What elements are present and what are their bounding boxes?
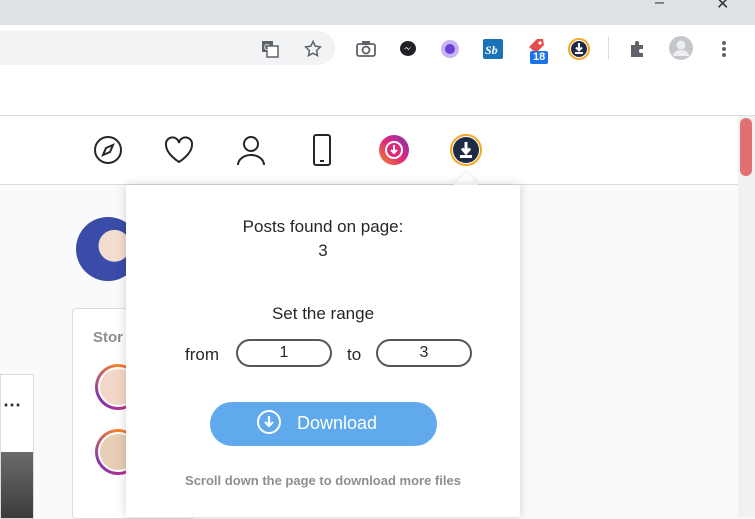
address-bar[interactable] — [0, 31, 335, 65]
profile-user-icon[interactable] — [235, 134, 267, 166]
svg-text:Sb: Sb — [485, 43, 498, 57]
activity-heart-icon[interactable] — [163, 134, 195, 166]
from-label: from — [185, 345, 219, 364]
bookmark-star-icon[interactable] — [301, 37, 325, 61]
scroll-hint: Scroll down the page to download more fi… — [185, 473, 461, 488]
extensions-puzzle-icon[interactable] — [625, 37, 649, 61]
instagram-downloader-icon[interactable] — [378, 134, 410, 166]
posts-found-count: 3 — [318, 241, 328, 260]
page-scrollbar[interactable] — [738, 116, 755, 517]
downloader-popup: Posts found on page: 3 Set the range fro… — [126, 185, 520, 517]
explore-compass-icon[interactable] — [92, 134, 124, 166]
download-button[interactable]: Download — [210, 402, 437, 446]
to-label: to — [347, 345, 362, 364]
range-from-input[interactable] — [236, 339, 332, 367]
browser-toolbar: G Sb 18 — [0, 25, 755, 72]
download-arrow-icon — [257, 410, 281, 434]
svg-text:G: G — [264, 43, 270, 52]
bookmarks-bar — [0, 72, 755, 116]
downloader-extension-icon[interactable] — [567, 37, 591, 61]
stories-title: Stor — [93, 329, 123, 346]
camera-icon[interactable] — [354, 37, 378, 61]
feed-post-card: ⋯ — [0, 374, 34, 519]
download-extension-icon[interactable] — [450, 134, 482, 166]
extension-badge: 18 — [530, 51, 549, 64]
purple-extension-icon[interactable] — [438, 37, 462, 61]
profile-avatar-icon[interactable] — [668, 35, 694, 61]
range-to-input[interactable] — [376, 339, 472, 367]
post-image[interactable] — [1, 452, 33, 518]
translate-icon[interactable]: G — [258, 37, 282, 61]
instagram-nav-bar — [0, 116, 738, 185]
browser-menu-icon[interactable] — [712, 37, 736, 61]
post-options-icon[interactable]: ⋯ — [3, 395, 22, 416]
sb-extension-icon[interactable]: Sb — [481, 37, 505, 61]
close-window-button[interactable]: ✕ — [716, 0, 729, 14]
range-title: Set the range — [271, 304, 375, 323]
mobile-phone-icon[interactable] — [306, 134, 338, 166]
minimize-button[interactable]: – — [655, 0, 664, 12]
messenger-icon[interactable] — [396, 37, 420, 61]
posts-found-label: Posts found on page: — [242, 217, 404, 236]
browser-titlebar: – ✕ — [0, 0, 755, 25]
scrollbar-thumb[interactable] — [740, 118, 752, 176]
toolbar-divider — [608, 37, 609, 59]
download-button-label: Download — [297, 413, 378, 433]
